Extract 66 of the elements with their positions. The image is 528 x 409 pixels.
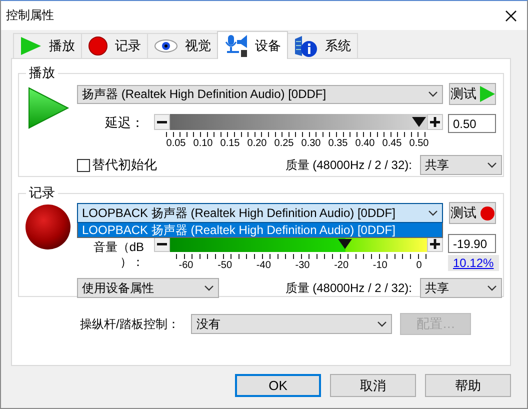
device-dropdown[interactable]: LOOPBACK 扬声器 (Realtek High Definition Audio) [0DDF] (77, 203, 443, 223)
chevron-icon (204, 284, 214, 292)
record-icon (88, 36, 108, 56)
quality-label: 质量 (48000Hz / 2 / 32): (285, 280, 412, 296)
tick-label: 0.10 (192, 138, 214, 150)
mode-dropdown[interactable]: 使用设备属性 (77, 278, 219, 298)
tick-label: 0.40 (354, 138, 376, 150)
percent-link[interactable]: 10.12% (448, 255, 499, 271)
tick-label: 0.20 (246, 138, 268, 150)
tick-label: 0.25 (273, 138, 295, 150)
tab[interactable]: 播放 (13, 33, 82, 58)
play-icon (480, 86, 494, 102)
quality-dropdown[interactable]: 共享 (420, 155, 502, 175)
quality-label: 质量 (48000Hz / 2 / 32): (285, 156, 412, 174)
latency-label: 延迟： (105, 114, 144, 132)
record-icon (25, 204, 71, 250)
tick-label: 0.50 (408, 138, 430, 150)
tick-label: 0.30 (300, 138, 322, 150)
minus-button[interactable] (154, 114, 170, 130)
dialog-button[interactable]: OK (235, 374, 321, 397)
play-icon (20, 36, 42, 56)
close-icon[interactable] (505, 10, 517, 22)
tick-label: 0.35 (327, 138, 349, 150)
group-title: 记录 (26, 185, 58, 200)
joystick-dropdown[interactable]: 没有 (191, 314, 392, 334)
window-title: 控制属性 (6, 7, 54, 24)
tick-label: -50 (216, 260, 234, 272)
dialog-button[interactable]: 帮助 (425, 374, 511, 397)
tick-label: -40 (255, 260, 272, 272)
quality-dropdown[interactable]: 共享 (420, 278, 502, 298)
record-icon (480, 206, 494, 220)
slider-thumb[interactable] (412, 116, 426, 128)
joystick-label: 操纵杆/踏板控制： (80, 316, 180, 332)
tab[interactable]: 记录 (81, 33, 148, 58)
volume-field[interactable]: -19.90 (448, 234, 496, 253)
plus-button[interactable] (427, 114, 443, 130)
group-title: 播放 (26, 65, 58, 80)
tick-label: 0 (415, 260, 423, 272)
tick-label: 0.05 (165, 138, 187, 150)
tab[interactable]: 设备 (217, 31, 288, 59)
chevron-icon (487, 161, 497, 169)
tick-label: -20 (333, 260, 350, 272)
chevron-icon (428, 90, 438, 98)
eye-icon (154, 39, 178, 53)
chevron-icon (428, 209, 438, 217)
test-button[interactable]: 测试 (449, 202, 496, 224)
plus-icon (430, 117, 440, 127)
plus-icon (430, 239, 440, 249)
dropdown-option[interactable]: LOOPBACK 扬声器 (Realtek High Definition Audio) [0DDF] (78, 223, 442, 237)
tick-label: -60 (178, 260, 194, 272)
volume-label: 音量（dB ）： (92, 240, 144, 270)
checkbox-label: 替代初始化 (92, 156, 157, 174)
tick-label: -10 (372, 260, 388, 272)
dialog-button[interactable]: 取消 (330, 374, 416, 397)
chevron-icon (377, 320, 388, 328)
chevron-icon (487, 284, 497, 292)
tab[interactable]: 系统 (287, 33, 358, 58)
tick-label: -30 (294, 260, 311, 272)
microphone-speaker-icon (224, 34, 248, 58)
checkbox[interactable] (77, 158, 90, 172)
latency-field[interactable]: 0.50 (448, 114, 496, 133)
tick-label: 0.15 (219, 138, 241, 150)
test-button[interactable]: 测试 (449, 83, 496, 105)
tick-label: 0.45 (381, 138, 403, 150)
play-icon (26, 86, 70, 130)
device-dropdown[interactable]: 扬声器 (Realtek High Definition Audio) [0DDF] (77, 84, 443, 104)
